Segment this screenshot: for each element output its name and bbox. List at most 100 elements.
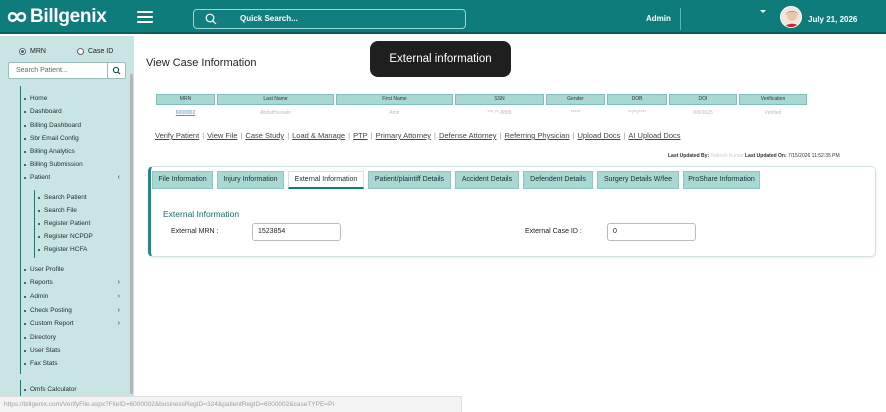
sidebar-item-custom-report[interactable]: Custom Report › (24, 320, 120, 327)
summary-ssn: ***-**-8888 (487, 110, 512, 116)
billgenix-logo-icon (7, 12, 27, 22)
sidebar-subitem-search-patient[interactable]: Search Patient (38, 194, 87, 201)
external-case-id-field[interactable]: 0 (607, 223, 696, 241)
last-updated-by-label: Last Updated By: (668, 153, 710, 159)
radio-caseid[interactable]: Case ID (77, 48, 113, 55)
sidebar-subitem-search-file[interactable]: Search File (38, 207, 77, 214)
tooltip: External information (370, 41, 511, 77)
summary-doi: 8/8/2025 (693, 110, 713, 116)
status-url: https://billgenix.com/VerifyFile.aspx?Fi… (0, 396, 462, 412)
link-case-study[interactable]: Case Study (245, 131, 284, 140)
sidebar-item-billing-dashboard[interactable]: Billing Dashboard (24, 122, 120, 129)
sidebar-item-sbr-email-config[interactable]: Sbr Email Config (24, 135, 120, 142)
radio-mrn-label: MRN (30, 48, 46, 55)
summary-header-dob: DOB (607, 94, 667, 105)
case-links-bar: Verify Patient | View File | Case Study | L… (155, 131, 681, 140)
sidebar-item-home[interactable]: Home (24, 95, 120, 102)
link-primary-attorney[interactable]: Primary Attorney (376, 131, 431, 140)
tab-accident-details[interactable]: Accident Details (455, 171, 519, 189)
search-icon (112, 66, 121, 75)
summary-header-mrn: MRN (156, 94, 215, 105)
chevron-left-icon: ‹ (117, 174, 120, 181)
external-case-id-label: External Case ID : (525, 228, 582, 235)
last-updated-info: Last Updated By: Rakesh Kumar Last Updat… (668, 153, 840, 159)
patient-search-button[interactable] (107, 63, 125, 78)
summary-header-first-name: First Name (336, 94, 453, 105)
search-icon (205, 13, 217, 25)
summary-header-last-name: Last Name (217, 94, 334, 105)
nav-subtree-line (34, 190, 35, 258)
header-divider (680, 8, 681, 30)
sidebar: MRN Case ID Search Patient... Home Dashb… (0, 36, 134, 412)
sidebar-item-omfs-calculator[interactable]: Omfs Calculator (24, 386, 120, 393)
sidebar-item-fax-stats[interactable]: Fax Stats (24, 360, 120, 367)
summary-dob: **/**/**** (627, 110, 647, 116)
chevron-right-icon: › (117, 279, 120, 286)
link-defense-attorney[interactable]: Defense Attorney (439, 131, 497, 140)
sidebar-subitem-register-ncpdp[interactable]: Register NCPDP (38, 233, 93, 240)
tab-defendent-details[interactable]: Defendent Details (523, 171, 593, 189)
summary-gender: ***** (570, 110, 581, 116)
sidebar-item-reports[interactable]: Reports › (24, 279, 120, 286)
sidebar-item-admin[interactable]: Admin › (24, 293, 120, 300)
menu-toggle-icon[interactable] (137, 11, 153, 23)
sidebar-subitem-register-hcfa[interactable]: Register HCFA (38, 246, 87, 253)
radio-unselected-icon (77, 48, 84, 55)
last-updated-by-value: Rakesh Kumar (710, 153, 744, 159)
summary-header-gender: Gender (546, 94, 605, 105)
sidebar-item-dashboard[interactable]: Dashboard (24, 108, 120, 115)
tab-injury-information[interactable]: Injury Information (217, 171, 284, 189)
link-upload-docs[interactable]: Upload Docs (577, 131, 620, 140)
summary-mrn-link[interactable]: 6000002 (156, 110, 215, 116)
link-ai-upload-docs[interactable]: AI Upload Docs (628, 131, 680, 140)
chevron-right-icon: › (117, 320, 120, 327)
tab-patient-plaintiff-details[interactable]: Patient/plaintiff Details (368, 171, 451, 189)
patient-search-input[interactable]: Search Patient... (8, 62, 126, 79)
summary-first-name: Amir (389, 110, 400, 116)
app-logo[interactable]: Billgenix (6, 6, 107, 28)
summary-last-name: AbdulHussain (260, 110, 291, 116)
summary-header-verification: Verification (739, 94, 807, 105)
sidebar-item-user-profile[interactable]: User Profile (24, 266, 120, 273)
external-mrn-field[interactable]: 1523854 (252, 223, 341, 241)
admin-label: Admin (646, 14, 671, 23)
section-title: External Information (163, 209, 240, 219)
page-title: View Case Information (146, 57, 257, 69)
user-menu-caret-icon[interactable] (760, 10, 766, 13)
sidebar-item-directory[interactable]: Directory (24, 334, 120, 341)
summary-header-doi: DOI (669, 94, 737, 105)
link-view-file[interactable]: View File (207, 131, 237, 140)
radio-caseid-label: Case ID (88, 48, 114, 55)
sidebar-subitem-register-patient[interactable]: Register Patient (38, 220, 90, 227)
sidebar-item-patient[interactable]: Patient ‹ (24, 174, 120, 181)
sidebar-item-check-posting[interactable]: Check Posting › (24, 307, 120, 314)
chevron-right-icon: › (117, 307, 120, 314)
last-updated-on-value: 7/15/2026 11:52:35 PM (788, 153, 840, 159)
chevron-right-icon: › (117, 293, 120, 300)
tab-surgery-details[interactable]: Surgery Details W/fee (597, 171, 679, 189)
radio-mrn[interactable]: MRN (19, 48, 46, 55)
sidebar-scrollbar[interactable] (130, 74, 133, 394)
sidebar-item-user-stats[interactable]: User Stats (24, 347, 120, 354)
link-load-manage[interactable]: Load & Manage (292, 131, 345, 140)
tab-external-information[interactable]: External Information (288, 171, 364, 189)
summary-verification: Verified (764, 110, 782, 116)
tab-file-information[interactable]: File Information (152, 171, 213, 189)
tab-proshare-information[interactable]: ProShare Information (683, 171, 760, 189)
top-bar: Billgenix Quick Search... Admin July 21,… (0, 0, 886, 34)
external-mrn-label: External MRN : (171, 228, 219, 235)
last-updated-on-label: Last Updated On: (744, 153, 787, 159)
patient-search-placeholder: Search Patient... (16, 67, 68, 74)
summary-header-ssn: SSN (455, 94, 544, 105)
current-date: July 21, 2026 (808, 15, 858, 24)
quick-search-placeholder: Quick Search... (240, 14, 298, 23)
avatar[interactable] (780, 6, 802, 28)
quick-search-input[interactable]: Quick Search... (193, 9, 466, 29)
app-name: Billgenix (30, 6, 107, 27)
link-verify-patient[interactable]: Verify Patient (155, 131, 199, 140)
link-ptp[interactable]: PTP (353, 131, 368, 140)
sidebar-item-billing-submission[interactable]: Billing Submission (24, 161, 120, 168)
link-referring-physician[interactable]: Referring Physician (505, 131, 570, 140)
sidebar-item-billing-analytics[interactable]: Billing Analytics (24, 148, 120, 155)
radio-selected-icon (19, 48, 26, 55)
